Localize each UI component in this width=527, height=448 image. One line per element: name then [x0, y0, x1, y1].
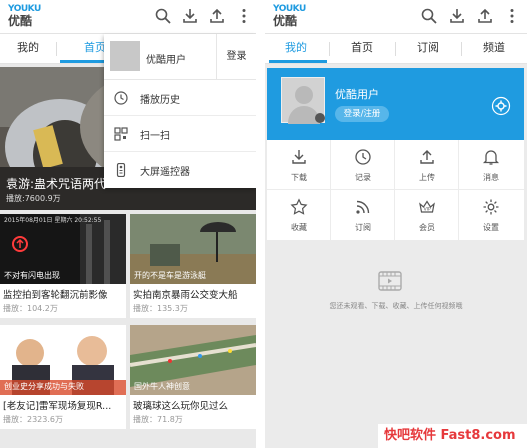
watermark: 快吧软件 Fast8.com: [378, 424, 527, 448]
grid-item-vip[interactable]: VIP 会员: [395, 190, 459, 240]
video-title: [老友记]雷军现场复现R...: [3, 401, 112, 412]
menu-item-label: 大屏遥控器: [140, 167, 190, 178]
video-overlay-text: 不对有闪电出现: [4, 271, 60, 280]
logo-text-en: YOUKU: [273, 4, 306, 14]
tab-mine[interactable]: 我的: [0, 34, 56, 64]
overflow-menu: 优酷用户 登录 播放历史 扫一扫 大屏遥控器: [104, 34, 256, 188]
grid-item-label: 下载: [291, 173, 307, 182]
download-icon[interactable]: [448, 7, 466, 25]
logo-text-en: YOUKU: [8, 4, 41, 14]
video-views: 播放：71.8万: [133, 415, 183, 424]
more-icon[interactable]: [503, 7, 521, 25]
video-overlay-text: 开的不是车是游泳艇: [134, 271, 206, 280]
video-views: 播放：135.3万: [133, 304, 188, 313]
gear-icon: [482, 198, 500, 216]
function-grid: 下载 记录 上传 消息 收藏 订阅 VIP 会员 设置: [267, 140, 524, 240]
menu-item-label: 扫一扫: [140, 131, 170, 142]
crown-icon: VIP: [418, 198, 436, 216]
bell-icon: [482, 148, 500, 166]
search-icon[interactable]: [154, 7, 172, 25]
empty-state-text: 您还未观看、下载、收藏、上传任何视频哦: [329, 302, 463, 310]
more-icon[interactable]: [235, 7, 253, 25]
menu-item-history[interactable]: 播放历史: [104, 80, 256, 116]
download-icon[interactable]: [181, 7, 199, 25]
video-card[interactable]: 创业史分享成功与失败 [老友记]雷军现场复现R... 播放：2323.6万: [0, 325, 126, 429]
star-icon: [290, 198, 308, 216]
tab-underline: [60, 60, 104, 63]
empty-video-icon: [377, 268, 403, 294]
menu-username: 优酷用户: [146, 55, 186, 66]
video-overlay-text: 国外牛人神创意: [134, 382, 190, 391]
avatar: [110, 41, 140, 71]
clock-icon: [354, 148, 372, 166]
video-card[interactable]: 开的不是车是游泳艇 实拍南京暴雨公交变大船 播放：135.3万: [130, 214, 256, 318]
upload-icon[interactable]: [476, 7, 494, 25]
video-overlay-text: 创业史分享成功与失败: [4, 382, 84, 391]
grid-item-label: 记录: [355, 173, 371, 182]
grid-item-favorite[interactable]: 收藏: [267, 190, 331, 240]
qr-code-icon: [114, 126, 128, 141]
menu-item-label: 播放历史: [140, 95, 180, 106]
logo-text-cn: 优酷: [8, 14, 33, 28]
svg-text:VIP: VIP: [424, 207, 431, 213]
grid-item-subscribe[interactable]: 订阅: [331, 190, 395, 240]
settings-gear-icon[interactable]: [491, 96, 511, 116]
top-bar: YOUKU 优酷: [0, 0, 256, 34]
grid-item-label: 上传: [419, 173, 435, 182]
menu-user-row[interactable]: 优酷用户 登录: [104, 34, 256, 80]
avatar[interactable]: [281, 77, 325, 124]
logo-text-cn: 优酷: [273, 14, 298, 28]
youku-logo[interactable]: YOUKU 优酷: [8, 4, 41, 30]
svg-text:2015年08月01日 星期六 20:52:55: 2015年08月01日 星期六 20:52:55: [4, 216, 101, 224]
tab-channel[interactable]: 频道: [462, 34, 526, 64]
menu-item-scan[interactable]: 扫一扫: [104, 116, 256, 152]
upload-icon[interactable]: [208, 7, 226, 25]
video-title: 监控拍到客轮翻沉前影像: [3, 290, 108, 301]
tab-subscribe[interactable]: 订阅: [396, 34, 460, 64]
tab-underline: [269, 60, 327, 63]
youku-logo[interactable]: YOUKU 优酷: [273, 4, 306, 30]
video-views: 播放：2323.6万: [3, 415, 63, 424]
video-title: 实拍南京暴雨公交变大船: [133, 290, 238, 301]
grid-item-label: 消息: [483, 173, 499, 182]
grid-item-upload[interactable]: 上传: [395, 140, 459, 190]
download-icon: [290, 148, 308, 166]
hero-title: 袁游:蛊术咒语两代: [6, 177, 107, 191]
tab-bar: 我的 首页 订阅 频道: [265, 34, 527, 64]
upload-icon: [418, 148, 436, 166]
grid-item-message[interactable]: 消息: [459, 140, 524, 190]
grid-item-settings[interactable]: 设置: [459, 190, 524, 240]
grid-item-download[interactable]: 下载: [267, 140, 331, 190]
grid-item-label: 收藏: [291, 223, 307, 232]
left-screen: YOUKU 优酷 我的 首页 袁游:蛊术咒语两代 播放:7600.9万 2015…: [0, 0, 256, 448]
grid-item-history[interactable]: 记录: [331, 140, 395, 190]
menu-login-button[interactable]: 登录: [216, 34, 256, 80]
grid-item-label: 订阅: [355, 223, 371, 232]
user-card: 优酷用户 登录/注册: [267, 68, 524, 140]
username: 优酷用户: [335, 88, 379, 101]
remote-control-icon: [114, 162, 128, 178]
search-icon[interactable]: [420, 7, 438, 25]
grid-item-label: 设置: [483, 223, 499, 232]
video-title: 玻璃球这么玩你见过么: [133, 401, 229, 412]
top-bar: YOUKU 优酷: [265, 0, 527, 34]
video-card[interactable]: 国外牛人神创意 玻璃球这么玩你见过么 播放：71.8万: [130, 325, 256, 429]
tab-home[interactable]: 首页: [330, 34, 394, 64]
login-register-button[interactable]: 登录/注册: [335, 106, 389, 122]
clock-icon: [114, 90, 128, 105]
video-views: 播放：104.2万: [3, 304, 58, 313]
menu-item-remote[interactable]: 大屏遥控器: [104, 152, 256, 188]
hero-views: 播放:7600.9万: [6, 194, 61, 203]
video-card[interactable]: 2015年08月01日 星期六 20:52:55 不对有闪电出现 监控拍到客轮翻…: [0, 214, 126, 318]
rss-icon: [354, 198, 372, 216]
right-screen: YOUKU 优酷 我的 首页 订阅 频道 优酷用户 登录/注册 下载 记录 上传…: [265, 0, 527, 448]
grid-item-label: 会员: [419, 223, 435, 232]
tab-divider: [56, 42, 57, 56]
screen-divider: [256, 0, 265, 448]
